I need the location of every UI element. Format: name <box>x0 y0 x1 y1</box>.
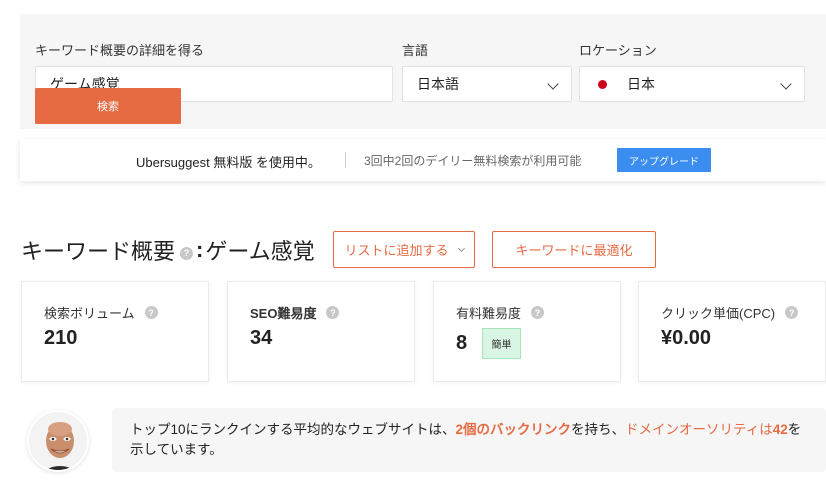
authority-value: 42 <box>772 422 788 437</box>
chevron-down-icon <box>547 78 559 90</box>
difficulty-badge: 簡単 <box>482 328 521 359</box>
help-icon[interactable]: ? <box>180 246 194 260</box>
metric-card-search-volume: 検索ボリューム ? 210 <box>21 281 209 382</box>
title-colon: : <box>196 237 204 262</box>
insight-part: を持ち、 <box>571 422 626 437</box>
metric-label: 検索ボリューム <box>44 306 135 321</box>
metric-card-cpc: クリック単価(CPC) ? ¥0.00 <box>638 281 826 382</box>
insight-part: トップ10にランクインする平均的なウェブサイトは、 <box>130 422 456 437</box>
optimize-keyword-label: キーワードに最適化 <box>515 243 633 258</box>
metric-title: 検索ボリューム ? <box>44 303 158 322</box>
language-select-value: 日本語 <box>417 76 459 92</box>
location-select[interactable]: 日本 <box>579 66 805 102</box>
add-to-list-label: リストに追加する <box>344 243 449 258</box>
language-label: 言語 <box>402 43 429 58</box>
authority-highlight: ドメインオーソリティは <box>625 422 773 437</box>
add-to-list-button[interactable]: リストに追加する <box>333 231 475 268</box>
search-button[interactable]: 検索 <box>35 88 181 124</box>
divider <box>345 152 346 168</box>
japan-flag-icon <box>598 79 607 89</box>
metric-card-seo-difficulty: SEO難易度 ? 34 <box>227 281 415 382</box>
metric-title: クリック単価(CPC) ? <box>661 303 799 322</box>
upgrade-button[interactable]: アップグレード <box>617 148 711 172</box>
page-title: キーワード概要 ? : ゲーム感覚 <box>21 234 315 266</box>
chevron-down-icon <box>457 244 465 252</box>
metric-value: 8 <box>456 332 468 354</box>
overview-title: キーワード概要 <box>21 239 176 264</box>
plan-usage-text: 3回中2回のデイリー無料検索が利用可能 <box>364 154 582 168</box>
metric-title: 有料難易度 ? <box>456 303 545 322</box>
metric-label: クリック単価(CPC) <box>661 306 776 321</box>
help-icon[interactable]: ? <box>326 306 340 319</box>
plan-banner: Ubersuggest 無料版 を使用中。 3回中2回のデイリー無料検索が利用可… <box>20 139 826 181</box>
overview-keyword: ゲーム感覚 <box>205 239 315 264</box>
keyword-label: キーワード概要の詳細を得る <box>35 43 205 58</box>
location-label: ロケーション <box>579 43 657 58</box>
help-icon[interactable]: ? <box>531 306 545 319</box>
backlinks-highlight: 2個のバックリンク <box>455 422 572 437</box>
metric-label: 有料難易度 <box>456 306 522 321</box>
metric-title: SEO難易度 ? <box>250 303 340 322</box>
help-icon[interactable]: ? <box>785 306 799 319</box>
optimize-keyword-button[interactable]: キーワードに最適化 <box>492 231 656 268</box>
metric-value: ¥0.00 <box>661 327 712 349</box>
location-select-value: 日本 <box>627 76 655 92</box>
language-select[interactable]: 日本語 <box>402 66 572 102</box>
avatar <box>27 410 89 472</box>
insight-box: トップ10にランクインする平均的なウェブサイトは、2個のバックリンクを持ち、ドメ… <box>112 408 826 472</box>
metric-value: 34 <box>250 327 273 349</box>
help-icon[interactable]: ? <box>144 306 158 319</box>
plan-status-text: Ubersuggest 無料版 を使用中。 <box>136 155 321 170</box>
insight-text: トップ10にランクインする平均的なウェブサイトは、2個のバックリンクを持ち、ドメ… <box>130 420 810 460</box>
metric-value: 210 <box>44 327 78 349</box>
metric-label: SEO難易度 <box>250 306 317 321</box>
chevron-down-icon <box>780 78 792 90</box>
metric-card-paid-difficulty: 有料難易度 ? 8 簡単 <box>433 281 621 382</box>
